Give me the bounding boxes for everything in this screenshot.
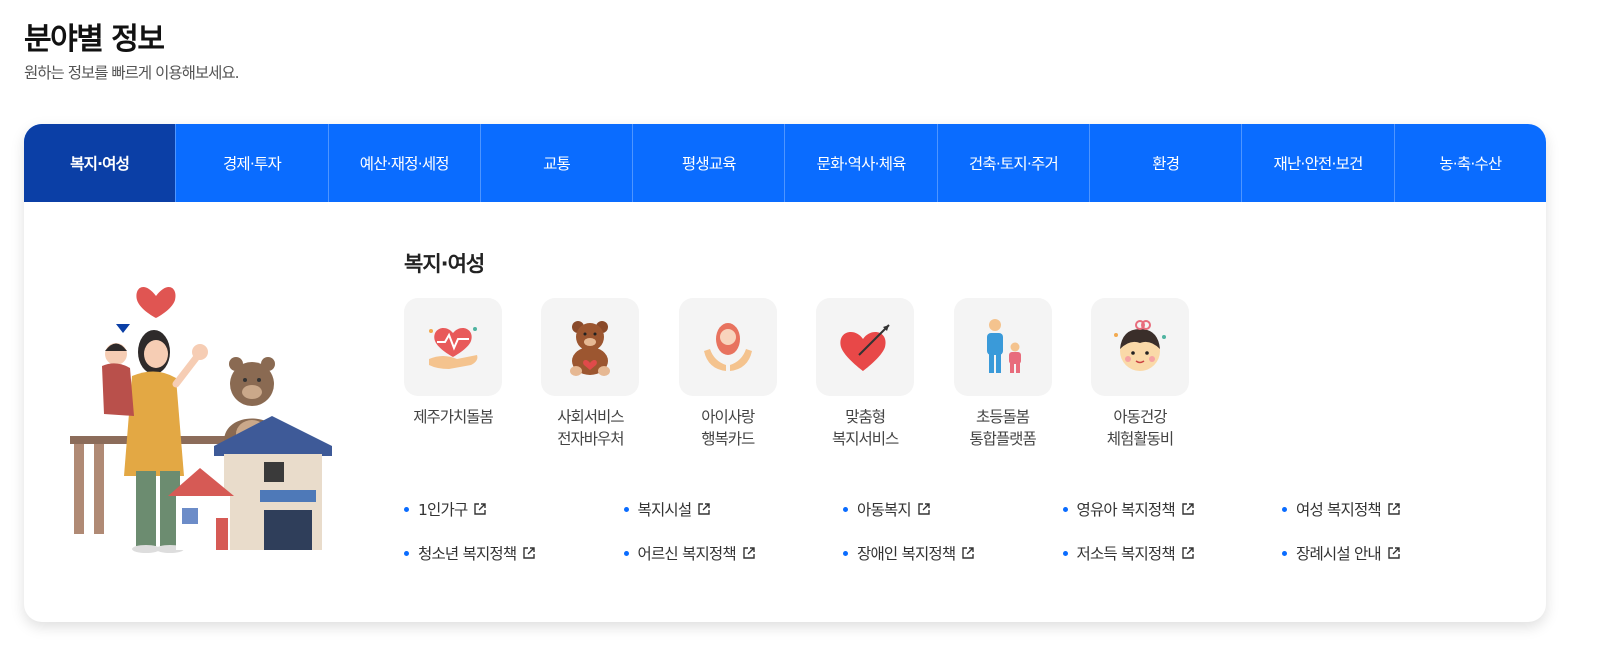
service-icon-box [1090,298,1189,396]
tab-budget-finance-tax[interactable]: 예산·재정·세정 [327,124,480,202]
bullet [1062,550,1068,556]
bullet [843,506,848,512]
service-label: 사회서비스 전자바우처 [557,408,624,448]
service-label: 아동건강 체험활동비 [1106,408,1174,448]
policy-link-list: 1인가구 복지시설 아동복지 영유아 복지정책 여성 복지정책 청소년 복지정책… [404,498,1534,564]
link-women-welfare-policy[interactable]: 여성 복지정책 [1282,498,1502,520]
external-link-icon [1182,503,1194,515]
page-subtitle: 원하는 정보를 빠르게 이용해보세요. [24,64,240,82]
tab-welfare-women[interactable]: 복지·여성 [24,124,176,202]
tab-architecture-land-housing[interactable]: 건축·토지·주거 [936,124,1089,202]
link-child-welfare[interactable]: 아동복지 [843,498,1063,520]
heart-hand-icon [429,327,478,369]
service-label: 제주가치돌봄 [413,408,494,426]
link-single-household[interactable]: 1인가구 [404,498,624,520]
external-link-icon [698,503,711,515]
service-icon-box [678,298,777,396]
external-link-icon [962,547,975,559]
service-label: 아이사랑 행복카드 [701,408,755,448]
category-tabs: 복지·여성 경제·투자 예산·재정·세정 교통 평생교육 문화·역사·체육 건축… [24,124,1546,202]
parent-child-icon [986,319,1021,373]
bullet [1282,550,1287,556]
bullet [1282,506,1287,512]
teddy-bear-icon [570,321,611,376]
tab-agriculture-livestock-fishery[interactable]: 농·축·수산 [1393,124,1546,202]
service-child-love-card[interactable]: 아이사랑 행복카드 [678,298,777,450]
page-title: 분야별 정보 [24,22,165,57]
external-link-icon [1182,547,1194,559]
service-elementary-care[interactable]: 초등돌봄 통합플랫폼 [953,298,1052,450]
service-child-health[interactable]: 아동건강 체험활동비 [1090,298,1189,450]
service-icon-box [404,298,502,396]
link-funeral-facility-info[interactable]: 장례시설 안내 [1282,542,1502,564]
service-social-voucher[interactable]: 사회서비스 전자바우처 [541,298,640,450]
link-infant-welfare-policy[interactable]: 영유아 복지정책 [1062,498,1283,520]
heart-arrow-icon [840,324,890,371]
section-title: 복지·여성 [404,252,485,276]
bullet [404,550,409,556]
category-panel: 복지·여성 경제·투자 예산·재정·세정 교통 평생교육 문화·역사·체육 건축… [24,124,1546,622]
link-low-income-welfare-policy[interactable]: 저소득 복지정책 [1062,542,1283,564]
external-link-icon [918,503,930,515]
link-disability-welfare-policy[interactable]: 장애인 복지정책 [843,542,1063,564]
external-link-icon [1388,547,1400,559]
service-label: 초등돌봄 통합플랫폼 [969,408,1036,448]
external-link-icon [1388,503,1400,515]
service-list: 제주가치돌봄 사회서비스 전자바우처 아이사랑 행복카드 맞춤형 복지서비스 초… [404,298,1228,450]
tab-transport[interactable]: 교통 [479,124,632,202]
external-link-icon [743,547,755,559]
tab-economy-investment[interactable]: 경제·투자 [175,124,327,202]
family-illustration [70,287,332,553]
service-custom-welfare[interactable]: 맞춤형 복지서비스 [816,298,915,450]
child-face-icon [1113,320,1166,371]
service-jeju-care[interactable]: 제주가치돌봄 [404,298,502,450]
bullet [623,506,629,512]
tab-culture-history-sports[interactable]: 문화·역사·체육 [784,124,936,202]
link-welfare-facilities[interactable]: 복지시설 [623,498,844,520]
link-youth-welfare-policy[interactable]: 청소년 복지정책 [404,542,624,564]
tab-lifelong-education[interactable]: 평생교육 [632,124,784,202]
tab-disaster-safety-health[interactable]: 재난·안전·보건 [1241,124,1393,202]
service-icon-box [816,298,915,396]
tab-environment[interactable]: 환경 [1089,124,1241,202]
link-senior-welfare-policy[interactable]: 어르신 복지정책 [623,542,844,564]
baby-hands-icon [703,323,752,371]
bullet [1062,506,1068,512]
service-icon-box [953,298,1052,396]
external-link-icon [523,547,536,559]
service-label: 맞춤형 복지서비스 [832,408,899,448]
bullet [623,550,629,556]
bullet [843,550,848,556]
external-link-icon [474,503,487,515]
service-icon-box [541,298,640,396]
bullet [404,506,409,512]
